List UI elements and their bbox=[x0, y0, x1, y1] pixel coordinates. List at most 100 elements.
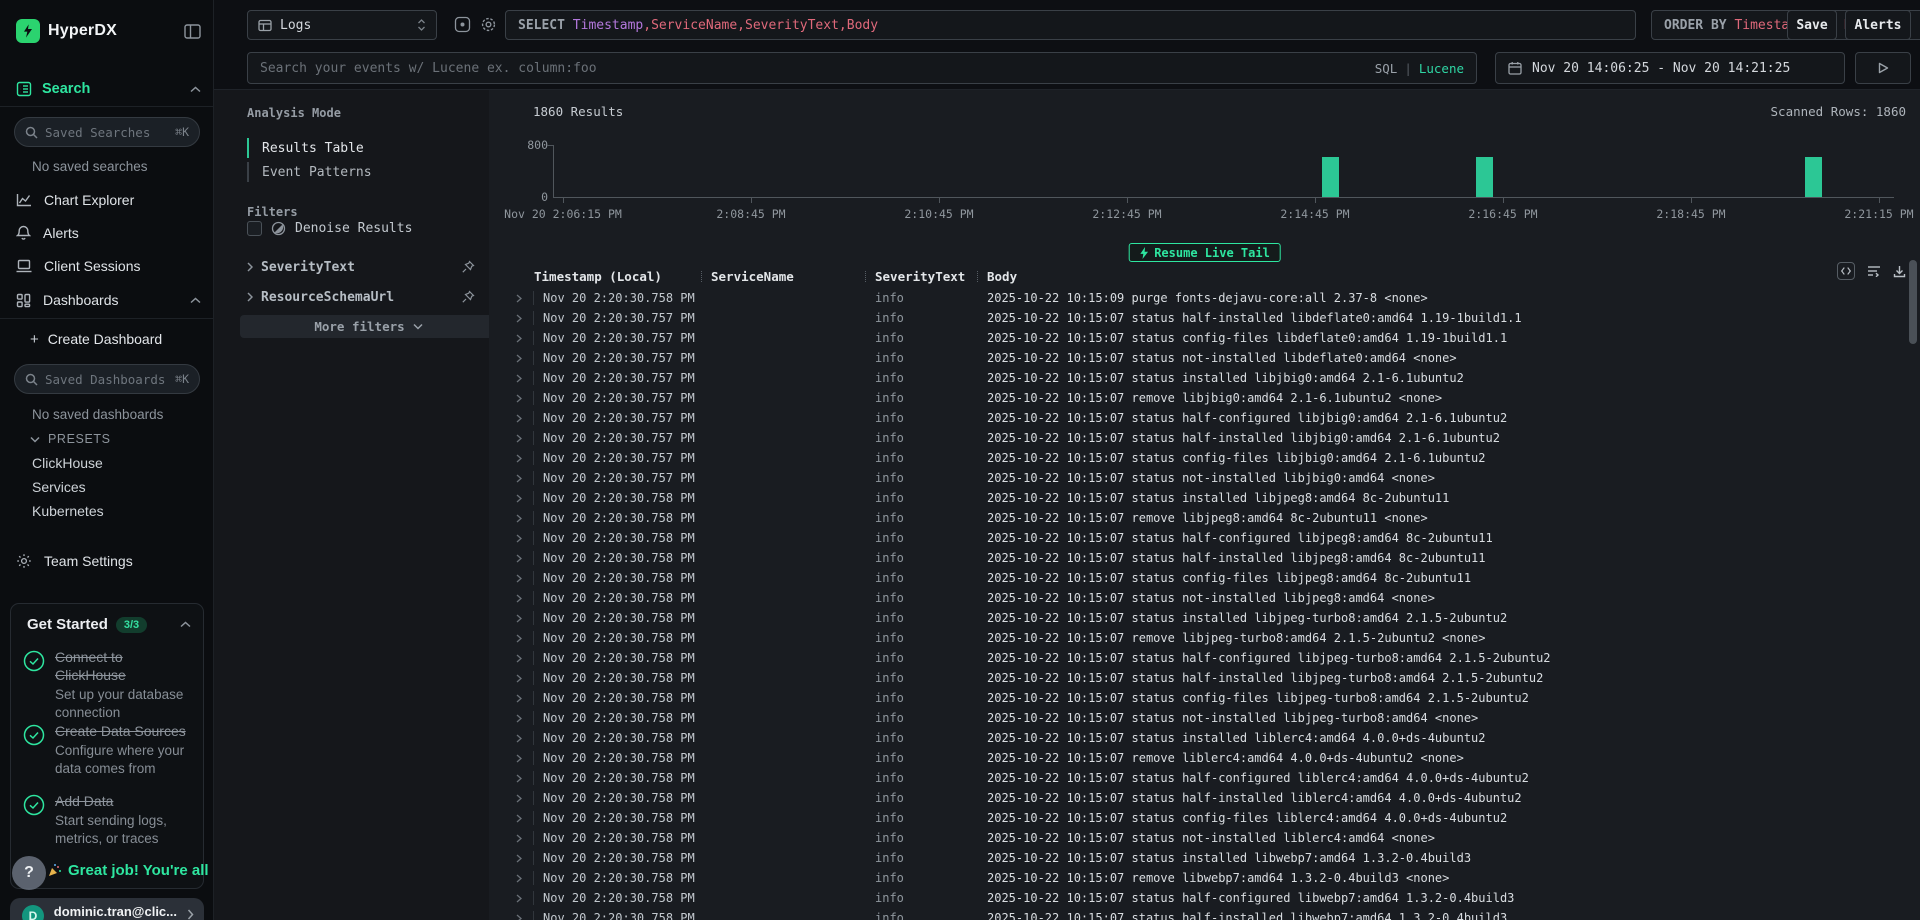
row-expand-icon[interactable] bbox=[505, 574, 533, 583]
pin-icon[interactable] bbox=[461, 290, 475, 304]
row-expand-icon[interactable] bbox=[505, 614, 533, 623]
histogram-bar[interactable] bbox=[1476, 157, 1493, 197]
chevron-up-icon[interactable] bbox=[190, 86, 201, 93]
pin-icon[interactable] bbox=[461, 260, 475, 274]
get-started-item[interactable]: Add Data Start sending logs, metrics, or… bbox=[23, 792, 193, 847]
row-expand-icon[interactable] bbox=[505, 594, 533, 603]
results-histogram[interactable]: 800 0 Nov 20 2:06:15 PM2:08:45 PM2:10:45… bbox=[553, 145, 1908, 197]
row-expand-icon[interactable] bbox=[505, 294, 533, 303]
table-row[interactable]: Nov 20 2:20:30.758 PM info 2025-10-22 10… bbox=[505, 868, 1896, 888]
table-row[interactable]: Nov 20 2:20:30.758 PM info 2025-10-22 10… bbox=[505, 488, 1896, 508]
row-expand-icon[interactable] bbox=[505, 914, 533, 920]
sidebar-collapse-icon[interactable] bbox=[184, 24, 201, 39]
table-row[interactable]: Nov 20 2:20:30.758 PM info 2025-10-22 10… bbox=[505, 288, 1896, 308]
histogram-bar[interactable] bbox=[1805, 157, 1822, 197]
table-row[interactable]: Nov 20 2:20:30.758 PM info 2025-10-22 10… bbox=[505, 888, 1896, 908]
expand-json-icon[interactable] bbox=[1837, 262, 1855, 280]
row-expand-icon[interactable] bbox=[505, 654, 533, 663]
preset-clickhouse[interactable]: ClickHouse bbox=[32, 455, 103, 471]
preset-services[interactable]: Services bbox=[32, 479, 86, 495]
sidebar-item-dashboards[interactable]: Dashboards bbox=[16, 287, 201, 313]
table-row[interactable]: Nov 20 2:20:30.757 PM info 2025-10-22 10… bbox=[505, 308, 1896, 328]
table-row[interactable]: Nov 20 2:20:30.758 PM info 2025-10-22 10… bbox=[505, 528, 1896, 548]
table-row[interactable]: Nov 20 2:20:30.758 PM info 2025-10-22 10… bbox=[505, 648, 1896, 668]
row-expand-icon[interactable] bbox=[505, 314, 533, 323]
chevron-up-icon[interactable] bbox=[180, 621, 191, 628]
table-row[interactable]: Nov 20 2:20:30.758 PM info 2025-10-22 10… bbox=[505, 568, 1896, 588]
table-row[interactable]: Nov 20 2:20:30.758 PM info 2025-10-22 10… bbox=[505, 748, 1896, 768]
table-row[interactable]: Nov 20 2:20:30.758 PM info 2025-10-22 10… bbox=[505, 688, 1896, 708]
get-started-item[interactable]: Connect to ClickHouse Set up your databa… bbox=[23, 648, 193, 721]
row-expand-icon[interactable] bbox=[505, 874, 533, 883]
row-expand-icon[interactable] bbox=[505, 894, 533, 903]
mode-results-table[interactable]: Results Table bbox=[247, 136, 372, 160]
settings-gear-button[interactable] bbox=[480, 16, 498, 34]
table-row[interactable]: Nov 20 2:20:30.757 PM info 2025-10-22 10… bbox=[505, 328, 1896, 348]
table-row[interactable]: Nov 20 2:20:30.758 PM info 2025-10-22 10… bbox=[505, 768, 1896, 788]
table-row[interactable]: Nov 20 2:20:30.758 PM info 2025-10-22 10… bbox=[505, 708, 1896, 728]
create-dashboard-button[interactable]: + Create Dashboard bbox=[30, 330, 162, 348]
histogram-bar[interactable] bbox=[1322, 157, 1339, 197]
row-expand-icon[interactable] bbox=[505, 394, 533, 403]
row-expand-icon[interactable] bbox=[505, 734, 533, 743]
row-expand-icon[interactable] bbox=[505, 534, 533, 543]
table-row[interactable]: Nov 20 2:20:30.758 PM info 2025-10-22 10… bbox=[505, 588, 1896, 608]
sidebar-item-client-sessions[interactable]: Client Sessions bbox=[16, 253, 201, 279]
table-row[interactable]: Nov 20 2:20:30.757 PM info 2025-10-22 10… bbox=[505, 468, 1896, 488]
preset-kubernetes[interactable]: Kubernetes bbox=[32, 503, 104, 519]
table-row[interactable]: Nov 20 2:20:30.758 PM info 2025-10-22 10… bbox=[505, 628, 1896, 648]
row-expand-icon[interactable] bbox=[505, 694, 533, 703]
sidebar-item-search[interactable]: Search bbox=[16, 78, 201, 100]
download-icon[interactable] bbox=[1893, 265, 1906, 278]
saved-searches-input[interactable]: Saved Searches ⌘K bbox=[14, 117, 200, 147]
row-expand-icon[interactable] bbox=[505, 774, 533, 783]
sidebar-item-team-settings[interactable]: Team Settings bbox=[16, 548, 201, 574]
table-row[interactable]: Nov 20 2:20:30.758 PM info 2025-10-22 10… bbox=[505, 788, 1896, 808]
column-header-body[interactable]: Body bbox=[977, 269, 1896, 284]
table-row[interactable]: Nov 20 2:20:30.757 PM info 2025-10-22 10… bbox=[505, 388, 1896, 408]
focus-mode-button[interactable] bbox=[454, 16, 472, 34]
denoise-checkbox[interactable] bbox=[247, 221, 262, 236]
column-header-severitytext[interactable]: SeverityText bbox=[865, 269, 977, 284]
resume-live-tail-button[interactable]: Resume Live Tail bbox=[1128, 243, 1281, 262]
run-query-button[interactable] bbox=[1855, 52, 1911, 84]
table-row[interactable]: Nov 20 2:20:30.757 PM info 2025-10-22 10… bbox=[505, 368, 1896, 388]
row-expand-icon[interactable] bbox=[505, 454, 533, 463]
sidebar-item-alerts[interactable]: Alerts bbox=[16, 220, 201, 246]
table-row[interactable]: Nov 20 2:20:30.757 PM info 2025-10-22 10… bbox=[505, 428, 1896, 448]
column-header-servicename[interactable]: ServiceName bbox=[701, 269, 865, 284]
table-row[interactable]: Nov 20 2:20:30.758 PM info 2025-10-22 10… bbox=[505, 668, 1896, 688]
table-row[interactable]: Nov 20 2:20:30.757 PM info 2025-10-22 10… bbox=[505, 408, 1896, 428]
row-expand-icon[interactable] bbox=[505, 374, 533, 383]
results-scrollbar[interactable] bbox=[1909, 260, 1917, 344]
saved-dashboards-input[interactable]: Saved Dashboards ⌘K bbox=[14, 364, 200, 394]
facet-resourceschemaurl[interactable]: ResourceSchemaUrl bbox=[247, 288, 475, 306]
table-row[interactable]: Nov 20 2:20:30.758 PM info 2025-10-22 10… bbox=[505, 508, 1896, 528]
row-expand-icon[interactable] bbox=[505, 754, 533, 763]
get-started-item[interactable]: Create Data Sources Configure where your… bbox=[23, 722, 193, 777]
user-menu[interactable]: D dominic.tran@clic... dominic.tran@clic… bbox=[10, 898, 204, 920]
table-row[interactable]: Nov 20 2:20:30.758 PM info 2025-10-22 10… bbox=[505, 548, 1896, 568]
table-row[interactable]: Nov 20 2:20:30.758 PM info 2025-10-22 10… bbox=[505, 828, 1896, 848]
table-row[interactable]: Nov 20 2:20:30.758 PM info 2025-10-22 10… bbox=[505, 608, 1896, 628]
source-select[interactable]: Logs bbox=[247, 10, 437, 40]
table-row[interactable]: Nov 20 2:20:30.758 PM info 2025-10-22 10… bbox=[505, 908, 1896, 920]
wrap-lines-icon[interactable] bbox=[1867, 265, 1881, 277]
time-range-picker[interactable]: Nov 20 14:06:25 - Nov 20 14:21:25 bbox=[1495, 52, 1845, 84]
save-button[interactable]: Save bbox=[1787, 10, 1837, 40]
table-row[interactable]: Nov 20 2:20:30.758 PM info 2025-10-22 10… bbox=[505, 808, 1896, 828]
column-resize-handle[interactable] bbox=[977, 271, 978, 282]
row-expand-icon[interactable] bbox=[505, 554, 533, 563]
column-resize-handle[interactable] bbox=[865, 271, 866, 282]
select-columns-input[interactable]: SELECT Timestamp ,ServiceName,SeverityTe… bbox=[505, 10, 1636, 40]
row-expand-icon[interactable] bbox=[505, 514, 533, 523]
presets-toggle[interactable]: PRESETS bbox=[30, 432, 111, 446]
column-header-timestamp[interactable]: Timestamp (Local) bbox=[533, 269, 701, 284]
event-search-input[interactable]: Search your events w/ Lucene ex. column:… bbox=[247, 52, 1477, 84]
row-expand-icon[interactable] bbox=[505, 814, 533, 823]
row-expand-icon[interactable] bbox=[505, 714, 533, 723]
table-row[interactable]: Nov 20 2:20:30.757 PM info 2025-10-22 10… bbox=[505, 448, 1896, 468]
row-expand-icon[interactable] bbox=[505, 634, 533, 643]
row-expand-icon[interactable] bbox=[505, 834, 533, 843]
language-toggle-lucene[interactable]: Lucene bbox=[1419, 61, 1464, 76]
